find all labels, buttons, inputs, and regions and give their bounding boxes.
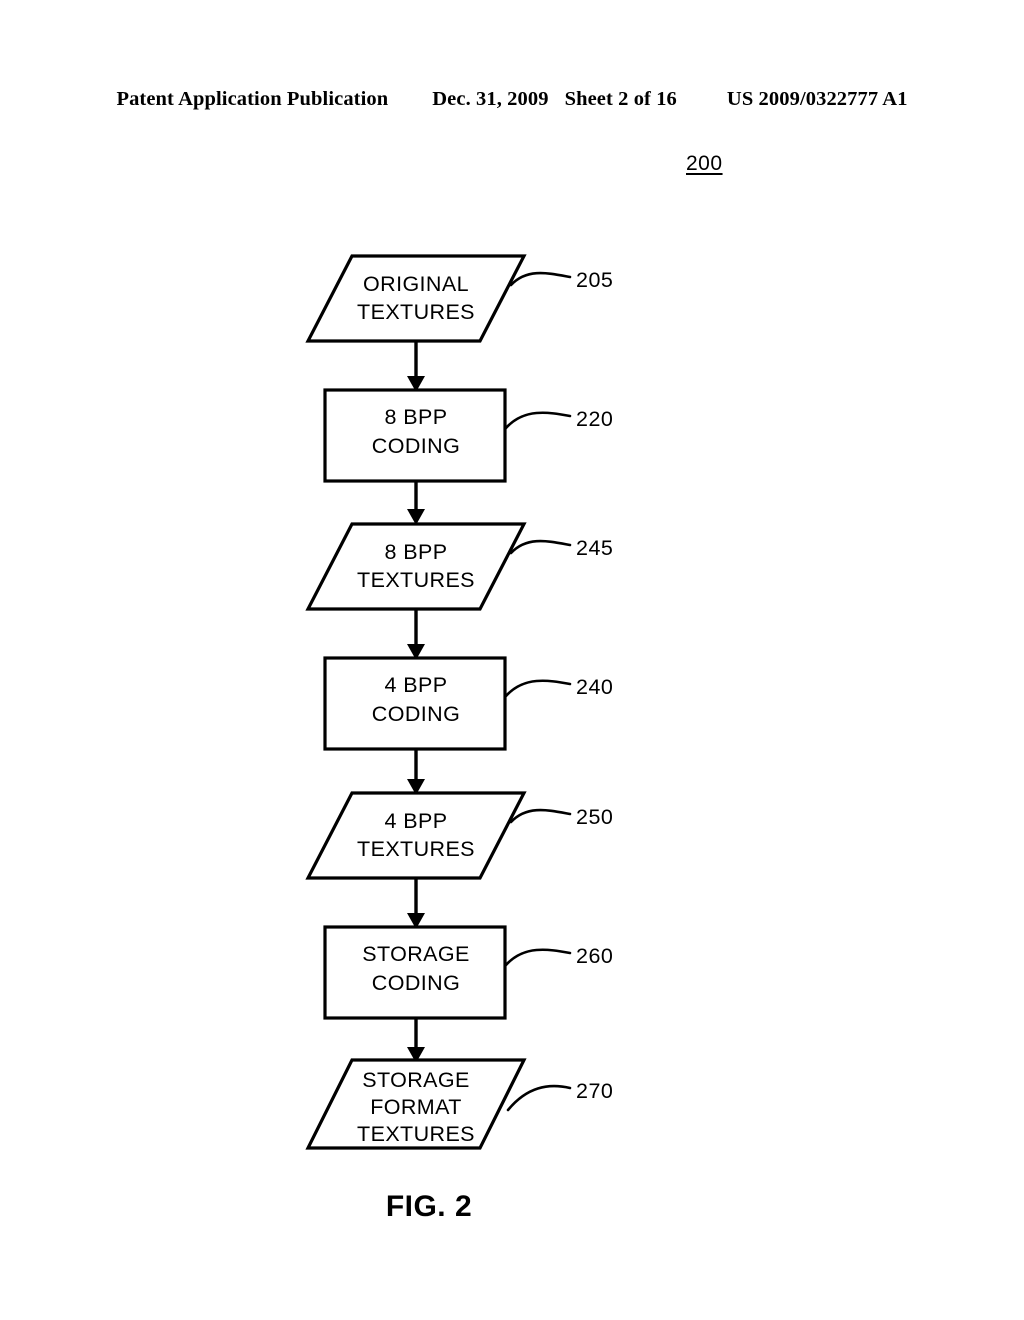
reference-numeral: 240 xyxy=(576,675,613,699)
reference-numeral: 205 xyxy=(576,268,613,292)
node-label-line-3: TEXTURES xyxy=(357,1122,475,1146)
connector-8bpp-coding-to-8bpp-textures xyxy=(407,481,425,525)
flow-node-storage-coding: STORAGE CODING 260 xyxy=(323,925,613,1020)
flow-node-original-textures: ORIGINAL TEXTURES 205 xyxy=(305,254,613,343)
flow-node-storage-format-textures: STORAGE FORMAT TEXTURES 270 xyxy=(305,1058,613,1150)
reference-numeral: 260 xyxy=(576,944,613,968)
node-label-line-1: STORAGE xyxy=(362,942,470,966)
node-label-line-2: TEXTURES xyxy=(357,568,475,592)
flow-node-8bpp-coding: 8 BPP CODING 220 xyxy=(323,388,613,483)
node-label-line-1: ORIGINAL xyxy=(363,272,469,296)
leader-line xyxy=(509,539,572,555)
flow-node-4bpp-coding: 4 BPP CODING 240 xyxy=(323,656,613,751)
node-label-line-2: FORMAT xyxy=(370,1095,462,1119)
connector-original-to-8bpp-coding xyxy=(407,341,425,392)
node-label-line-1: 8 BPP xyxy=(385,540,448,564)
connector-4bpp-textures-to-storage-coding xyxy=(407,878,425,929)
reference-numeral: 270 xyxy=(576,1079,613,1103)
flow-node-4bpp-textures: 4 BPP TEXTURES 250 xyxy=(305,791,613,880)
flow-node-8bpp-textures: 8 BPP TEXTURES 245 xyxy=(305,522,613,611)
leader-line xyxy=(509,808,572,824)
leader-line xyxy=(504,679,572,698)
connector-4bpp-coding-to-4bpp-textures xyxy=(407,749,425,795)
reference-numeral: 245 xyxy=(576,536,613,560)
node-label-line-2: CODING xyxy=(372,971,460,995)
reference-numeral: 220 xyxy=(576,407,613,431)
connector-storage-coding-to-storage-format-textures xyxy=(407,1018,425,1063)
node-label-line-2: TEXTURES xyxy=(357,300,475,324)
connector-8bpp-textures-to-4bpp-coding xyxy=(407,609,425,660)
reference-numeral: 250 xyxy=(576,805,613,829)
parallelogram-shape xyxy=(305,522,527,611)
node-label-line-1: 8 BPP xyxy=(385,405,448,429)
node-label-line-1: 4 BPP xyxy=(385,673,448,697)
leader-line xyxy=(506,1084,572,1112)
parallelogram-shape xyxy=(305,791,527,880)
flowchart-diagram: ORIGINAL TEXTURES 205 8 BPP CODING 220 8… xyxy=(305,254,613,1150)
node-label-line-1: STORAGE xyxy=(362,1068,470,1092)
parallelogram-shape xyxy=(305,254,527,343)
node-label-line-2: TEXTURES xyxy=(357,837,475,861)
node-label-line-2: CODING xyxy=(372,702,460,726)
leader-line xyxy=(509,271,572,287)
node-label-line-1: 4 BPP xyxy=(385,809,448,833)
figure-caption: FIG. 2 xyxy=(0,1190,1024,1224)
leader-line xyxy=(504,948,572,967)
figure-caption-text: FIG. 2 xyxy=(385,1190,473,1223)
leader-line xyxy=(504,411,572,430)
node-label-line-2: CODING xyxy=(372,434,460,458)
